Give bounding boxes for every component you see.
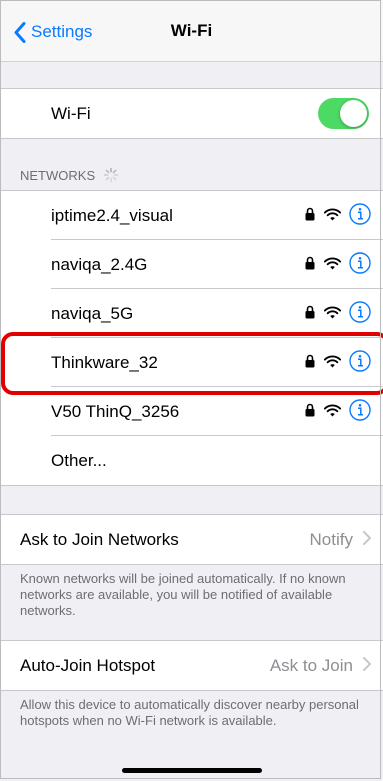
navigation-bar: Settings Wi-Fi bbox=[0, 0, 383, 62]
wifi-signal-icon bbox=[324, 208, 341, 220]
network-row[interactable]: naviqa_5G bbox=[0, 289, 383, 338]
network-row[interactable]: iptime2.4_visual bbox=[0, 191, 383, 240]
other-network-row[interactable]: Other... bbox=[0, 436, 383, 485]
networks-list: iptime2.4_visual naviqa_2.4G naviqa_5G T… bbox=[0, 190, 383, 486]
other-network-label: Other... bbox=[51, 450, 107, 470]
info-icon[interactable] bbox=[349, 252, 371, 274]
network-name: V50 ThinQ_3256 bbox=[51, 401, 180, 421]
info-icon[interactable] bbox=[349, 350, 371, 372]
home-indicator[interactable] bbox=[122, 768, 262, 773]
chevron-right-icon bbox=[363, 531, 371, 545]
toggle-knob bbox=[340, 100, 367, 127]
ask-to-join-footer: Known networks will be joined automatica… bbox=[20, 571, 346, 618]
lock-icon bbox=[305, 354, 315, 368]
network-name: Thinkware_32 bbox=[51, 352, 158, 372]
chevron-right-icon bbox=[363, 657, 371, 671]
info-icon[interactable] bbox=[349, 301, 371, 323]
auto-join-footer: Allow this device to automatically disco… bbox=[20, 697, 359, 728]
auto-join-group: Auto-Join Hotspot Ask to Join bbox=[0, 640, 383, 691]
network-name: naviqa_5G bbox=[51, 303, 134, 323]
networks-header-label: NETWORKS bbox=[20, 167, 96, 183]
wifi-signal-icon bbox=[324, 404, 341, 416]
network-name: iptime2.4_visual bbox=[51, 205, 173, 225]
ask-to-join-row[interactable]: Ask to Join Networks Notify bbox=[0, 515, 383, 564]
network-row[interactable]: V50 ThinQ_3256 bbox=[0, 387, 383, 436]
wifi-signal-icon bbox=[324, 306, 341, 318]
wifi-toggle-row: Wi-Fi bbox=[0, 89, 383, 138]
info-icon[interactable] bbox=[349, 203, 371, 225]
networks-section-header: NETWORKS bbox=[20, 167, 119, 183]
page-title: Wi-Fi bbox=[170, 21, 213, 40]
auto-join-label: Auto-Join Hotspot bbox=[20, 655, 156, 675]
wifi-signal-icon bbox=[324, 257, 341, 269]
lock-icon bbox=[305, 207, 315, 221]
auto-join-value: Ask to Join bbox=[269, 655, 353, 675]
auto-join-row[interactable]: Auto-Join Hotspot Ask to Join bbox=[0, 641, 383, 690]
wifi-label: Wi-Fi bbox=[51, 103, 91, 123]
wifi-toggle-group: Wi-Fi bbox=[0, 88, 383, 139]
ask-to-join-value: Notify bbox=[309, 529, 353, 549]
ask-to-join-label: Ask to Join Networks bbox=[20, 529, 179, 549]
ask-to-join-group: Ask to Join Networks Notify bbox=[0, 514, 383, 565]
loading-spinner-icon bbox=[103, 167, 119, 183]
lock-icon bbox=[305, 403, 315, 417]
lock-icon bbox=[305, 305, 315, 319]
network-row[interactable]: naviqa_2.4G bbox=[0, 240, 383, 289]
wifi-toggle-switch[interactable] bbox=[318, 98, 369, 129]
lock-icon bbox=[305, 256, 315, 270]
info-icon[interactable] bbox=[349, 399, 371, 421]
wifi-signal-icon bbox=[324, 355, 341, 367]
network-name: naviqa_2.4G bbox=[51, 254, 148, 274]
network-row-highlighted[interactable]: Thinkware_32 bbox=[0, 338, 383, 387]
